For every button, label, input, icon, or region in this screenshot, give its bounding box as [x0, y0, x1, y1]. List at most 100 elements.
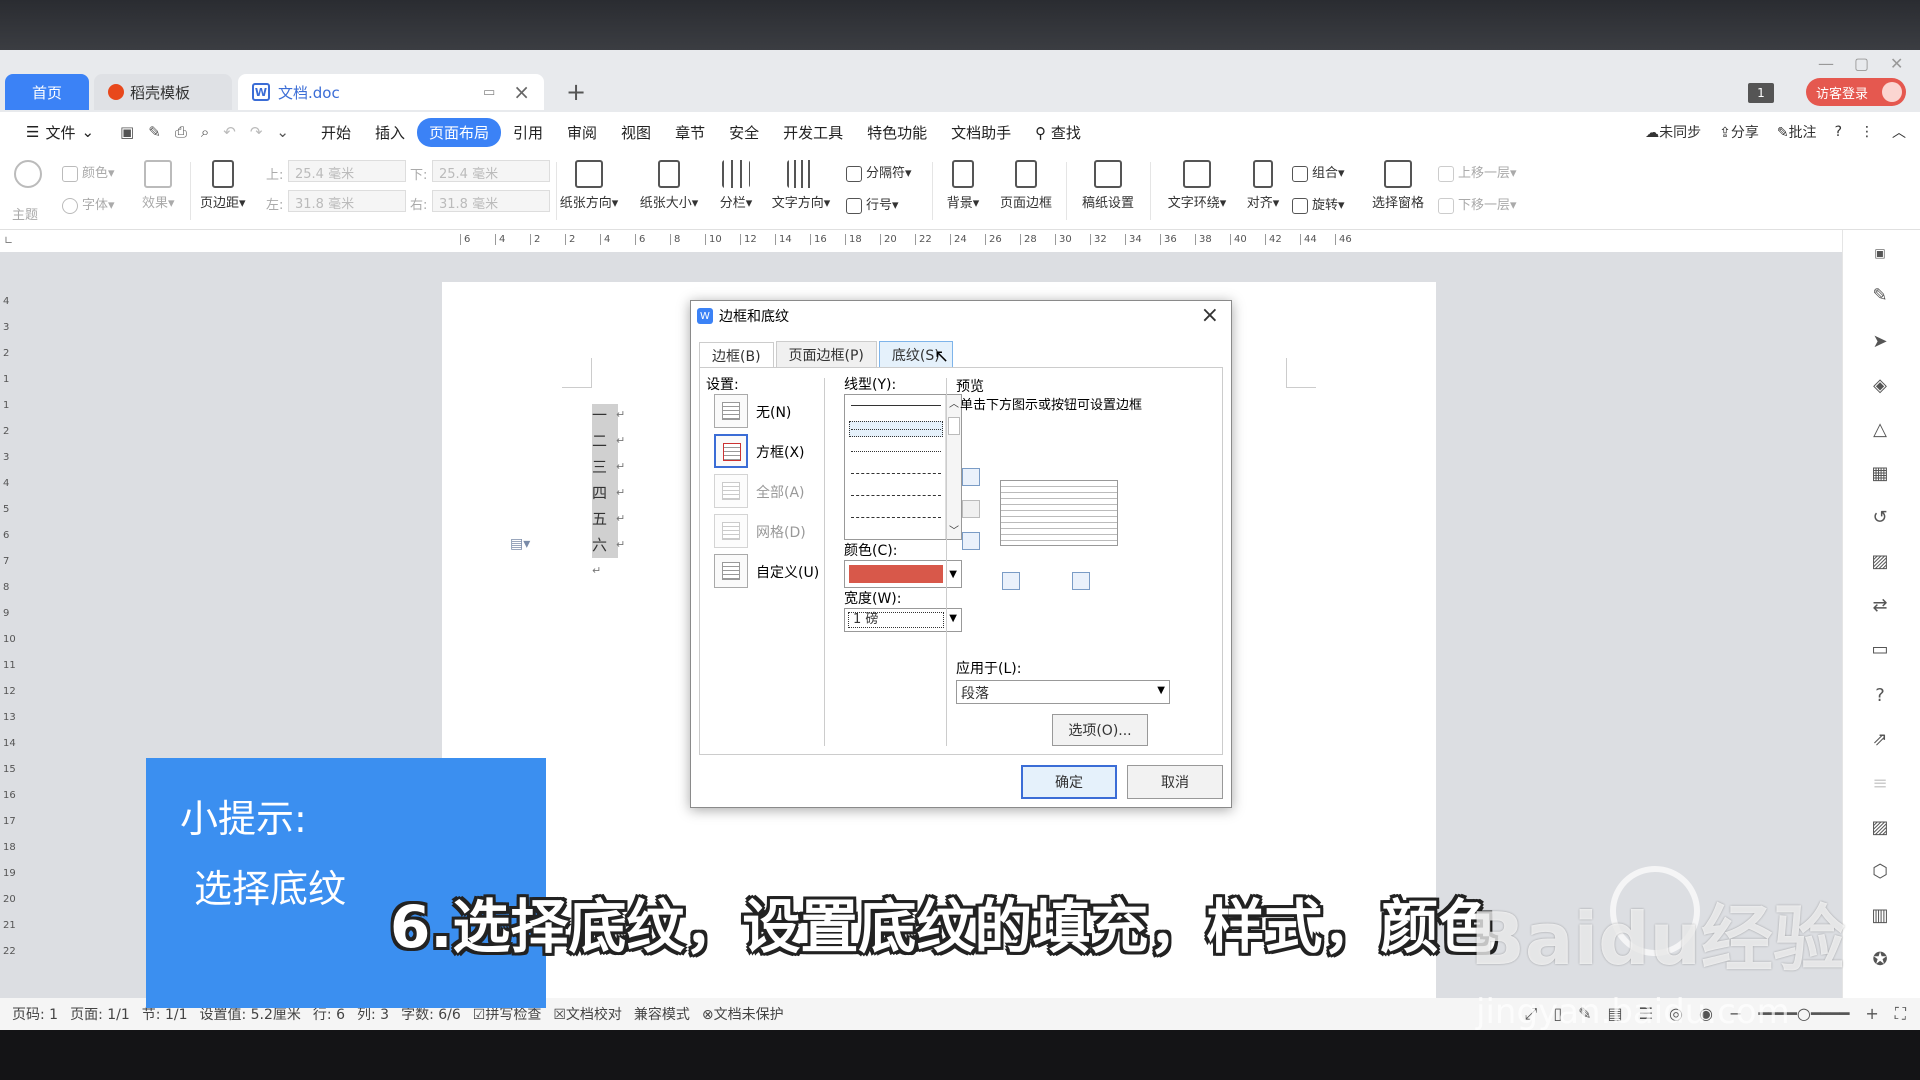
setting-grid-button[interactable] — [714, 514, 748, 548]
menu-item-features[interactable]: 特色功能 — [855, 118, 939, 147]
scroll-down-icon[interactable]: ﹀ — [949, 522, 959, 537]
tab-template[interactable]: 稻壳模板 — [94, 74, 232, 110]
send-backward-button[interactable]: 下移一层▾ — [1438, 194, 1517, 214]
line-style-fine-dash[interactable] — [851, 451, 941, 452]
window-close-icon[interactable]: ✕ — [1890, 54, 1903, 73]
share-button[interactable]: ⇪分享 — [1719, 122, 1759, 142]
print-icon[interactable]: ⎙ — [175, 123, 187, 141]
line-style-list[interactable]: ︿ ﹀ — [844, 394, 962, 540]
sync-button[interactable]: ☁未同步 — [1645, 122, 1701, 142]
border-preview[interactable] — [1000, 480, 1118, 546]
export-icon[interactable]: ⇗ — [1867, 726, 1893, 752]
search-button[interactable]: ⚲ 查找 — [1023, 118, 1093, 147]
horizontal-ruler[interactable]: 6 4 2 2 4 6 8 10 12 14 16 18 20 22 24 26 28 30 32 34 36 38 40 4… — [460, 234, 1790, 248]
menu-item-view[interactable]: 视图 — [609, 118, 663, 147]
menu-item-insert[interactable]: 插入 — [363, 118, 417, 147]
status-page[interactable]: 页码: 1 — [12, 1004, 58, 1024]
right-border-button[interactable] — [1072, 572, 1090, 590]
group-button[interactable]: 组合▾ — [1292, 162, 1345, 182]
zoom-in-icon[interactable]: + — [1865, 1004, 1878, 1024]
setting-none-button[interactable] — [714, 394, 748, 428]
dialog-close-icon[interactable]: × — [1201, 303, 1219, 328]
menu-item-references[interactable]: 引用 — [501, 118, 555, 147]
styles-icon[interactable]: △ — [1867, 416, 1893, 442]
apply-to-select[interactable]: 段落 ▼ — [956, 680, 1170, 704]
top-border-button[interactable] — [962, 468, 980, 486]
tab-stop-selector[interactable]: ∟ — [4, 234, 13, 247]
smart-tag-icon[interactable]: ▤▾ — [510, 536, 530, 552]
paper-size-button[interactable]: 纸张大小▾ — [632, 160, 706, 211]
maximize-icon[interactable]: ▢ — [1854, 54, 1869, 73]
sidebar-toggle-icon[interactable]: ▣ — [1867, 240, 1893, 266]
scroll-thumb[interactable] — [948, 417, 960, 435]
window-count-badge[interactable]: 1 — [1748, 83, 1774, 103]
compat-mode[interactable]: 兼容模式 — [634, 1004, 690, 1024]
format-painter-icon[interactable]: ✎ — [148, 123, 161, 141]
cursor-icon[interactable]: ➤ — [1867, 328, 1893, 354]
doc-line-5[interactable]: 五 — [592, 508, 607, 529]
theme-effect-button[interactable]: 效果▾ — [142, 160, 175, 211]
text-direction-button[interactable]: 文字方向▾ — [764, 160, 838, 211]
proofread-button[interactable]: ☒文档校对 — [553, 1004, 622, 1024]
comment-button[interactable]: ✎批注 — [1777, 122, 1817, 142]
menu-item-developer[interactable]: 开发工具 — [771, 118, 855, 147]
close-tab-icon[interactable]: × — [513, 80, 530, 104]
bottom-border-button[interactable] — [962, 532, 980, 550]
tab-document[interactable]: W 文档.doc ▭ × — [238, 74, 544, 110]
scroll-up-icon[interactable]: ︿ — [949, 395, 959, 410]
archive-icon[interactable]: ▭ — [1867, 636, 1893, 662]
theme-button[interactable] — [14, 160, 42, 192]
options-button[interactable]: 选项(O)... — [1052, 714, 1148, 746]
line-style-solid[interactable] — [851, 405, 941, 406]
tab-borders[interactable]: 边框(B) — [699, 342, 774, 368]
breaks-button[interactable]: 分隔符▾ — [846, 162, 912, 182]
image-search-icon[interactable]: ▨ — [1867, 548, 1893, 574]
theme-font-button[interactable]: 字体▾ — [62, 194, 115, 214]
guest-login-button[interactable]: 访客登录 — [1806, 78, 1906, 106]
line-numbers-button[interactable]: 行号▾ — [846, 194, 899, 214]
dialog-title-bar[interactable]: W 边框和底纹 × — [691, 301, 1231, 331]
width-select[interactable]: 1 磅 ▼ — [844, 608, 962, 632]
right-margin-input[interactable]: 31.8 毫米 — [432, 190, 550, 212]
menu-item-page-layout[interactable]: 页面布局 — [417, 117, 502, 147]
setting-box-button[interactable] — [714, 434, 748, 468]
left-margin-input[interactable]: 31.8 毫米 — [288, 190, 406, 212]
doc-line-3[interactable]: 三 — [592, 456, 607, 477]
line-style-scrollbar[interactable]: ︿ ﹀ — [945, 395, 961, 539]
chart-icon[interactable]: ▥ — [1867, 902, 1893, 928]
collapse-ribbon-icon[interactable]: ︿ — [1892, 122, 1906, 142]
align-button[interactable]: 对齐▾ — [1240, 160, 1286, 211]
badge-icon[interactable]: ✪ — [1867, 946, 1893, 972]
orientation-button[interactable]: 纸张方向▾ — [552, 160, 626, 211]
status-pages[interactable]: 页面: 1/1 — [70, 1004, 130, 1024]
restore-tab-icon[interactable]: ▭ — [483, 85, 495, 100]
shapes-icon[interactable]: ◈ — [1867, 372, 1893, 398]
bottom-margin-input[interactable]: 25.4 毫米 — [432, 160, 550, 182]
menu-item-security[interactable]: 安全 — [717, 118, 771, 147]
customize-icon[interactable]: ⌄ — [276, 123, 289, 141]
tab-page-border[interactable]: 页面边框(P) — [775, 341, 877, 367]
menu-item-review[interactable]: 审阅 — [555, 118, 609, 147]
help-circle-icon[interactable]: ? — [1867, 682, 1893, 708]
left-border-button[interactable] — [1002, 572, 1020, 590]
protect-button[interactable]: ⊗文档未保护 — [702, 1004, 784, 1024]
minimize-icon[interactable]: — — [1818, 54, 1834, 73]
line-style-dash-dot-dot[interactable] — [851, 517, 941, 518]
setting-custom-button[interactable] — [714, 554, 748, 588]
color-select[interactable]: ▼ — [844, 560, 962, 588]
tab-home[interactable]: 首页 — [5, 74, 89, 110]
fit-icon[interactable]: ⛶ — [1895, 1004, 1906, 1024]
line-style-dotted[interactable] — [851, 429, 941, 430]
new-tab-button[interactable]: + — [566, 78, 586, 106]
pen-icon[interactable]: ✎ — [1867, 282, 1893, 308]
settings-icon[interactable]: ≡ — [1867, 770, 1893, 796]
help-icon[interactable]: ? — [1835, 124, 1842, 140]
middle-border-button[interactable] — [962, 500, 980, 518]
doc-line-4[interactable]: 四 — [592, 482, 607, 503]
redo-icon[interactable]: ↷ — [250, 123, 263, 141]
menu-item-chapter[interactable]: 章节 — [663, 118, 717, 147]
history-icon[interactable]: ↺ — [1867, 504, 1893, 530]
more-icon[interactable]: ⋮ — [1860, 124, 1874, 140]
grid-paper-button[interactable]: 稿纸设置 — [1076, 160, 1140, 211]
shield-icon[interactable]: ⬡ — [1867, 858, 1893, 884]
